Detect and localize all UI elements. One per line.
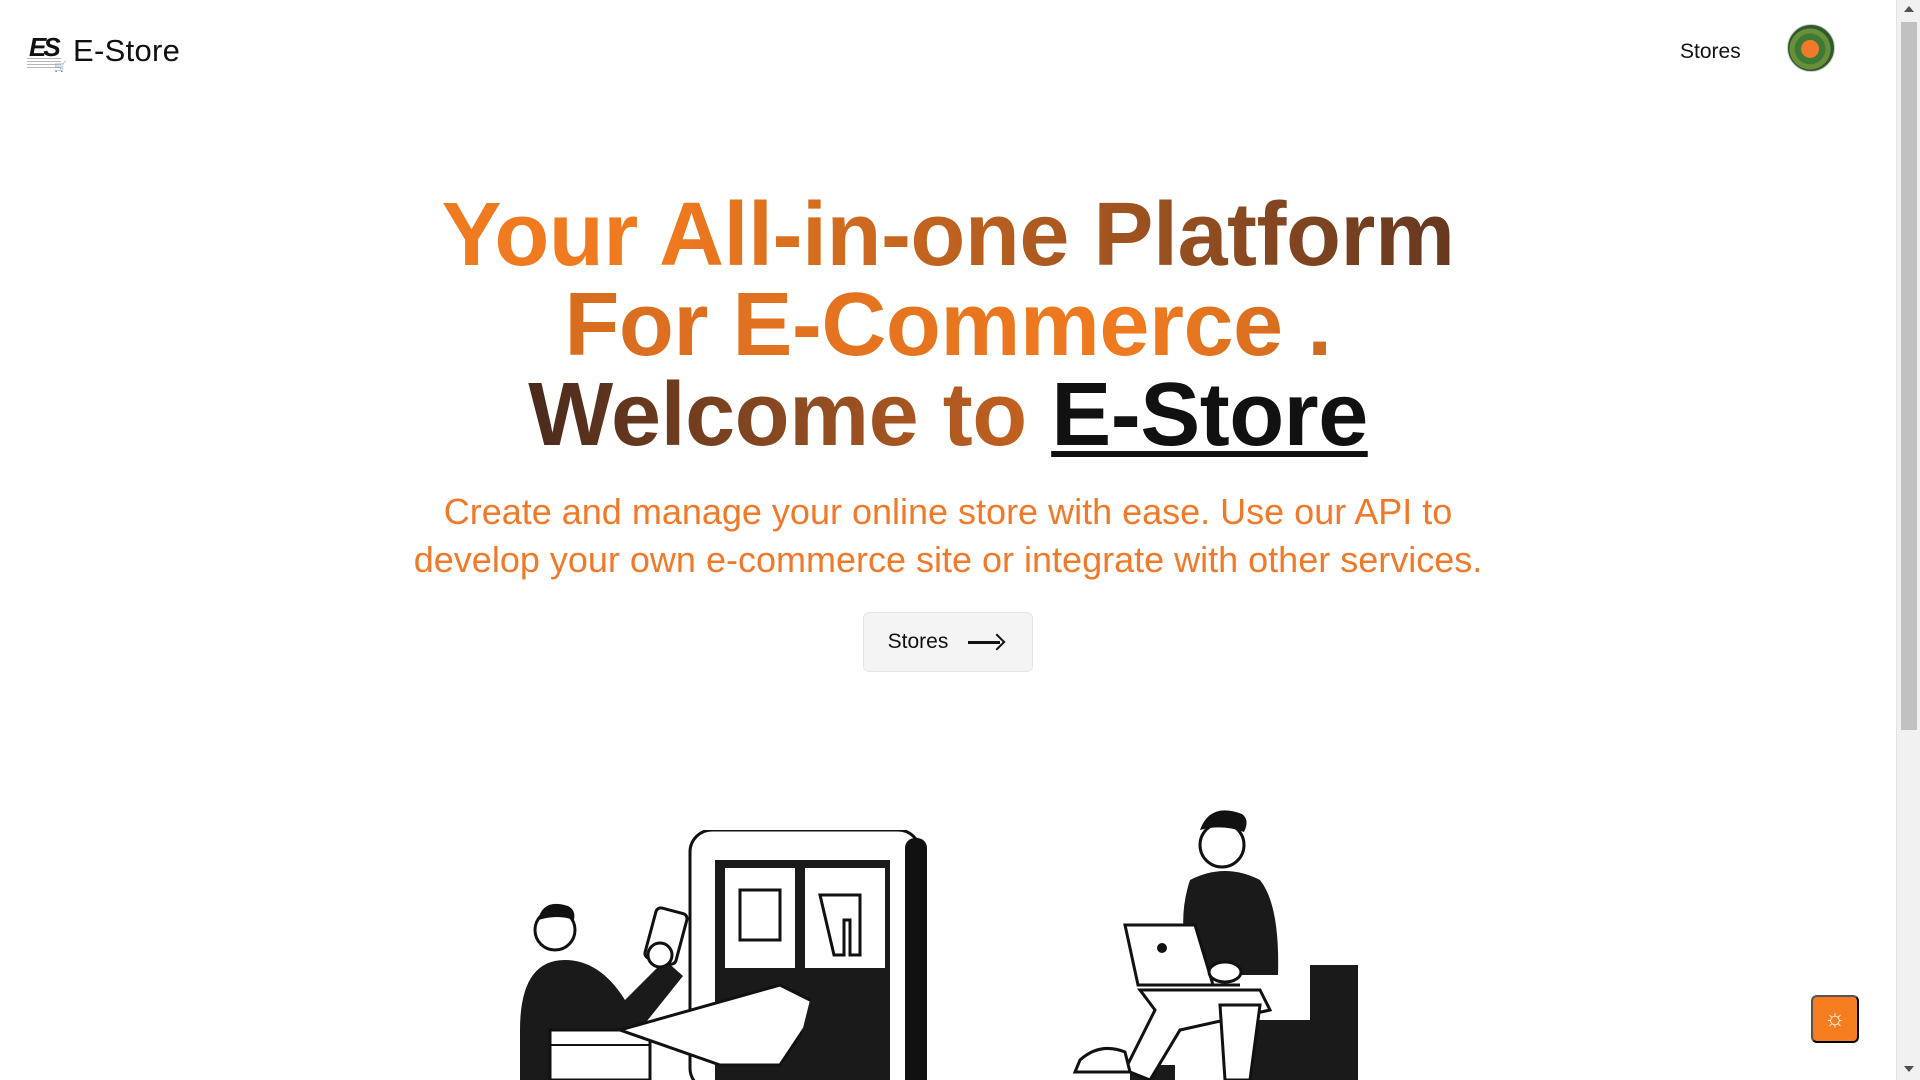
brand-name: E-Store <box>73 33 181 68</box>
shopping-illustration <box>520 830 927 1080</box>
sun-icon: ☼ <box>1824 1005 1846 1032</box>
scroll-down-icon[interactable] <box>1904 1066 1914 1072</box>
nav-stores-link[interactable]: Stores <box>1680 40 1741 64</box>
headline-brand: E-Store <box>1051 365 1368 465</box>
scrollbar-thumb[interactable] <box>1901 22 1917 730</box>
stores-cta-button[interactable]: Stores <box>862 612 1034 672</box>
theme-toggle-button[interactable]: ☼ <box>1811 995 1859 1043</box>
headline-welcome: Welcome to <box>528 365 1052 465</box>
site-header: ES 🛒 E-Store Stores <box>0 0 1896 104</box>
brand-home-link[interactable]: ES 🛒 E-Store <box>27 28 180 74</box>
page-scrollbar[interactable] <box>1896 0 1920 1080</box>
cta-label: Stores <box>887 630 949 653</box>
laptop-illustration <box>1072 810 1358 1080</box>
arrow-right-icon <box>968 634 1004 650</box>
headline-line-3: Welcome to E-Store <box>0 370 1896 460</box>
user-avatar[interactable] <box>1787 24 1835 72</box>
hero-headline: Your All-in-one Platform For E-Commerce … <box>0 190 1896 460</box>
headline-line-1: Your All-in-one Platform <box>0 190 1896 280</box>
brand-logo-icon: ES 🛒 <box>27 32 67 73</box>
scroll-up-icon[interactable] <box>1904 6 1914 12</box>
headline-line-2: For E-Commerce . <box>0 280 1896 370</box>
hero-section: Your All-in-one Platform For E-Commerce … <box>0 190 1896 672</box>
hero-subtext: Create and manage your online store with… <box>413 491 1483 580</box>
